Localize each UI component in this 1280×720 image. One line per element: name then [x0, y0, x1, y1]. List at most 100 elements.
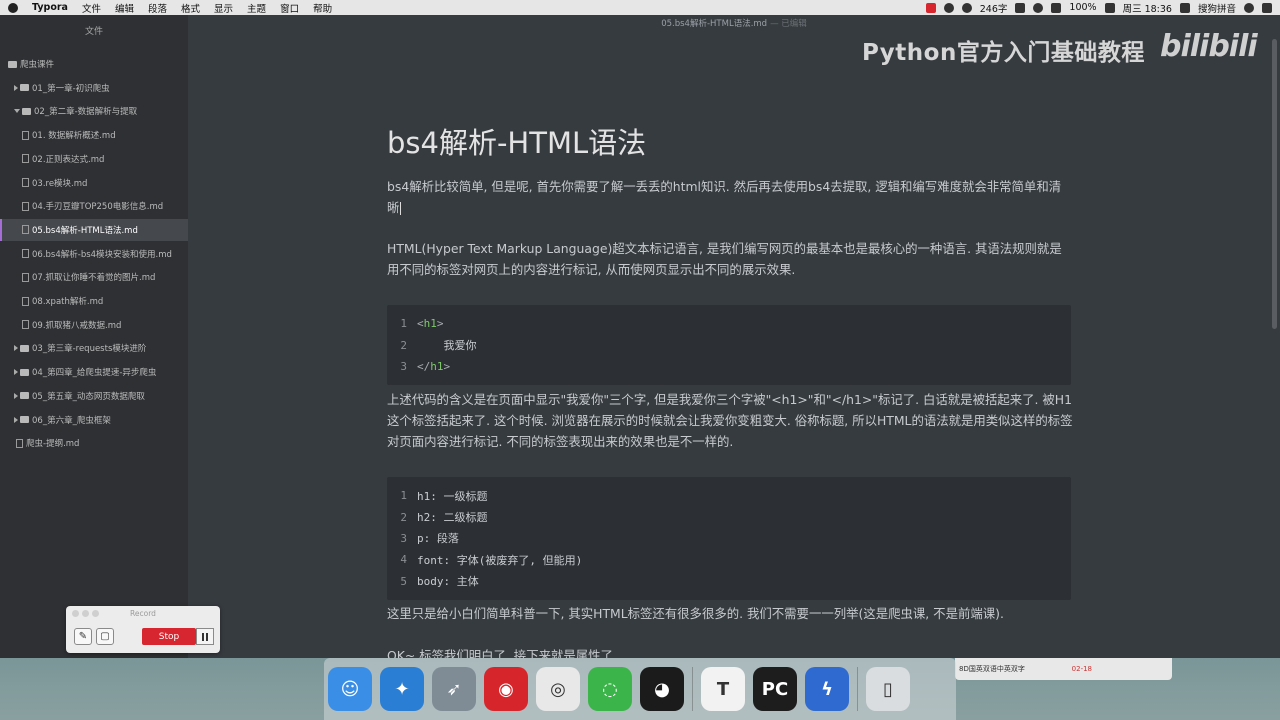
menu-format[interactable]: 格式	[181, 1, 200, 15]
chevron-right-icon[interactable]	[14, 416, 18, 423]
chevron-right-icon[interactable]	[14, 345, 18, 352]
code-line: 2 h2: 二级标题	[400, 510, 488, 525]
sidebar-file[interactable]: 08.xpath解析.md	[0, 290, 188, 312]
sidebar-folder[interactable]: 03_第三章-requests模块进阶	[0, 337, 188, 359]
dock-separator	[857, 667, 858, 711]
sidebar-file[interactable]: 01. 数据解析概述.md	[0, 124, 188, 146]
thunder-icon[interactable]: ϟ	[805, 667, 849, 711]
notification-banner[interactable]: 8D国英双语中英双字 02-18	[955, 658, 1172, 680]
colorful-icon[interactable]	[1033, 2, 1044, 13]
paragraph-science-note[interactable]: 这里只是给小白们简单科普一下, 其实HTML标签还有很多很多的. 我们不需要一一…	[387, 603, 1073, 624]
pause-button[interactable]	[196, 628, 214, 645]
sidebar-folder[interactable]: 06_第六章_爬虫框架	[0, 409, 188, 431]
monitor-icon[interactable]	[1015, 2, 1026, 13]
rectangle-tool-icon[interactable]: ▢	[96, 628, 114, 645]
pen-tool-icon[interactable]: ✎	[74, 628, 92, 645]
text-cursor	[400, 202, 402, 215]
menu-theme[interactable]: 主题	[247, 1, 266, 15]
sidebar-item-label: 03_第三章-requests模块进阶	[32, 344, 147, 355]
menu-file[interactable]: 文件	[82, 1, 101, 15]
app-status-icon[interactable]	[943, 2, 954, 13]
notification-center-icon[interactable]	[1262, 2, 1272, 13]
code-line: 5 body: 主体	[400, 574, 479, 589]
sidebar-file[interactable]: 09.抓取猪八戒数据.md	[0, 314, 188, 336]
sidebar-file[interactable]: 02.正则表达式.md	[0, 148, 188, 170]
pycharm-icon[interactable]: PC	[753, 667, 797, 711]
file-sidebar: 文件 爬虫课件 01_第一章-初识爬虫 02_第二章-数据解析与提取 01. 数据解析…	[0, 15, 188, 658]
folder-icon	[20, 416, 29, 423]
chevron-right-icon[interactable]	[14, 84, 18, 91]
notification-date: 02-18	[1071, 665, 1092, 673]
paragraph-html-definition[interactable]: HTML(Hyper Text Markup Language)超文本标记语言,…	[387, 238, 1073, 280]
code-block-h1[interactable]: 1 < h1 > 2 我爱你 3 </h1 >	[387, 305, 1071, 386]
wechat-tray-icon[interactable]	[961, 2, 972, 13]
input-method-icon[interactable]	[1179, 2, 1190, 13]
wechat-icon[interactable]: ◌	[588, 667, 632, 711]
menu-app-name[interactable]: Typora	[32, 2, 68, 13]
file-icon	[22, 272, 29, 282]
file-icon	[22, 178, 29, 187]
menu-edit[interactable]: 编辑	[115, 1, 134, 15]
file-icon	[22, 130, 29, 140]
menu-window[interactable]: 窗口	[280, 1, 299, 15]
finder-icon[interactable]: ☺	[328, 667, 372, 711]
paragraph-h1-explanation[interactable]: 上述代码的含义是在页面中显示"我爱你"三个字, 但是我爱你三个字被"<h1>"和…	[387, 389, 1073, 452]
file-icon	[16, 438, 23, 448]
chevron-right-icon[interactable]	[14, 369, 18, 376]
clock[interactable]: 周三 18:36	[1123, 1, 1172, 15]
file-icon	[22, 296, 29, 306]
sidebar-item-label: 01. 数据解析概述.md	[32, 131, 116, 142]
sidebar-folder[interactable]: 05_第五章_动态网页数据爬取	[0, 385, 188, 407]
trash-icon[interactable]: ▯	[866, 667, 910, 711]
apple-icon[interactable]	[8, 2, 18, 13]
sidebar-header: 文件	[84, 26, 103, 37]
sidebar-folder[interactable]: 爬虫课件	[0, 53, 188, 75]
menu-paragraph[interactable]: 段落	[148, 1, 167, 15]
folder-icon	[22, 107, 31, 115]
document-filename: 05.bs4解析-HTML语法.md	[661, 19, 768, 29]
menu-help[interactable]: 帮助	[313, 1, 332, 15]
typora-window: 文件 爬虫课件 01_第一章-初识爬虫 02_第二章-数据解析与提取 01. 数据解析…	[0, 15, 1280, 658]
sidebar-file[interactable]: 爬虫-提纲.md	[0, 432, 188, 454]
paragraph-intro[interactable]: bs4解析比较简单, 但是呢, 首先你需要了解一丢丢的html知识. 然后再去使…	[387, 176, 1073, 218]
sidebar-file[interactable]: 04.手刃豆瓣TOP250电影信息.md	[0, 195, 188, 217]
typora-icon[interactable]: T	[701, 667, 745, 711]
record-title: Record	[130, 609, 156, 618]
sidebar-file[interactable]: 03.re模块.md	[0, 172, 188, 194]
launchpad-icon[interactable]: ➶	[432, 667, 476, 711]
sidebar-file[interactable]: 06.bs4解析-bs4模块安装和使用.md	[0, 243, 188, 265]
sidebar-file[interactable]: 07.抓取让你睡不着觉的图片.md	[0, 266, 188, 288]
sidebar-folder[interactable]: 04_第四章_给爬虫提速-异步爬虫	[0, 361, 188, 383]
chevron-down-icon[interactable]	[14, 109, 20, 114]
sidebar-item-label: 01_第一章-初识爬虫	[32, 83, 110, 94]
sidebar-folder[interactable]: 02_第二章-数据解析与提取	[0, 100, 188, 122]
code-block-tags[interactable]: 1 h1: 一级标题 2 h2: 二级标题 3 p: 段落 4 font: 字体(被废弃…	[387, 477, 1071, 600]
netease-music-icon[interactable]: ◉	[484, 667, 528, 711]
wifi-icon[interactable]	[1051, 2, 1062, 13]
code-line: 4 font: 字体(被废弃了, 但能用)	[400, 553, 583, 567]
menu-bar: Typora 文件 编辑 段落 格式 显示 主题 窗口 帮助 246字 100%…	[0, 0, 1280, 15]
code-line: 1 < h1 >	[400, 317, 444, 331]
paragraph-attributes-intro[interactable]: OK~ 标签我们明白了, 接下来就是属性了	[387, 645, 1073, 658]
record-status-icon[interactable]	[925, 2, 936, 13]
word-count[interactable]: 246字	[980, 1, 1008, 15]
folder-icon	[20, 84, 29, 92]
spotlight-icon[interactable]	[1244, 2, 1254, 13]
course-watermark: Python官方入门基础教程	[862, 40, 1145, 66]
sidebar-folder[interactable]: 01_第一章-初识爬虫	[0, 77, 188, 99]
stop-button[interactable]: Stop	[142, 628, 196, 645]
sidebar-item-label: 06_第六章_爬虫框架	[32, 415, 111, 426]
sidebar-item-label: 07.抓取让你睡不着觉的图片.md	[32, 273, 156, 284]
battery-icon[interactable]	[1104, 2, 1115, 13]
chevron-right-icon[interactable]	[14, 392, 18, 399]
sidebar-file[interactable]: 05.bs4解析-HTML语法.md	[0, 218, 188, 241]
editor-scrollbar[interactable]	[1272, 39, 1277, 329]
folder-icon	[20, 344, 29, 352]
battery-percent[interactable]: 100%	[1069, 2, 1096, 13]
input-method-label[interactable]: 搜狗拼音	[1198, 1, 1236, 15]
safari-icon[interactable]: ✦	[380, 667, 424, 711]
menu-view[interactable]: 显示	[214, 1, 233, 15]
sidebar-item-label: 06.bs4解析-bs4模块安装和使用.md	[32, 249, 172, 260]
chrome-icon[interactable]: ◎	[536, 667, 580, 711]
qq-icon[interactable]: ◕	[640, 667, 684, 711]
